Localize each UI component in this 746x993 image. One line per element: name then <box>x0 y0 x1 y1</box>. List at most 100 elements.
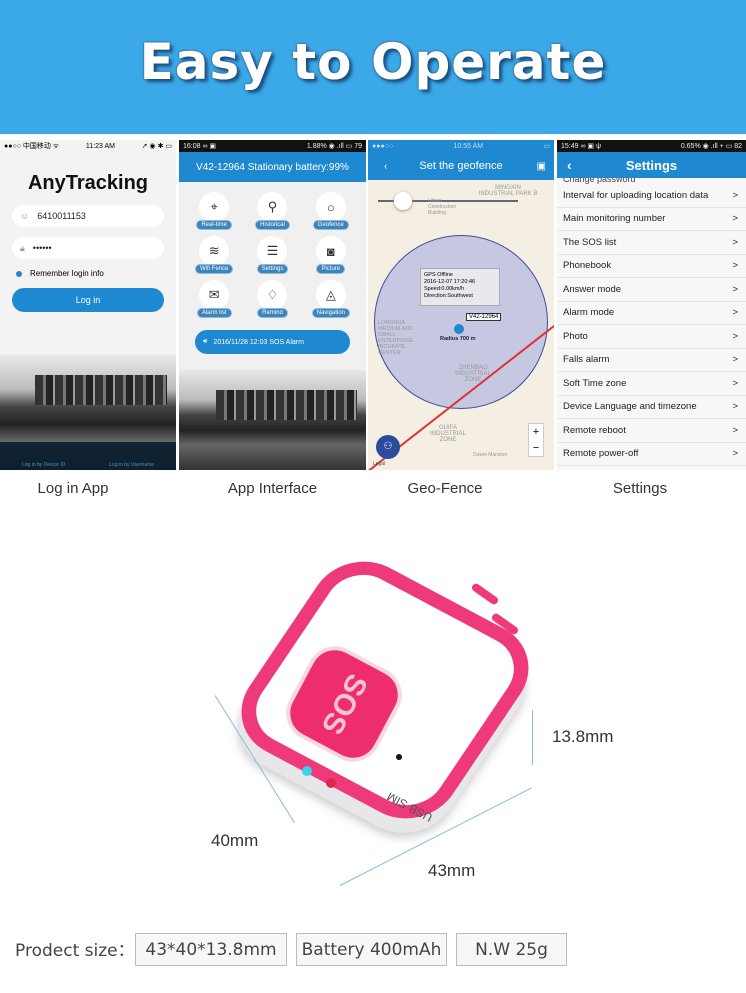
remind-icon: ♢ <box>257 280 288 310</box>
settings-header: ‹ Settings <box>557 152 746 178</box>
chevron-right-icon: > <box>732 354 738 366</box>
function-label: Real-time <box>196 220 232 230</box>
spec-size: 43*40*13.8mm <box>135 933 287 966</box>
status-bar: 16:08 ∞ ▣ 1.88% ◉ .ıll ▭ 79 <box>179 140 366 152</box>
function-label: Picture <box>316 264 346 274</box>
settings-item-label: Remote reboot <box>563 424 626 436</box>
settings-item-label: Device Language and timezone <box>563 401 697 413</box>
speaker-icon: 🔊︎ <box>203 338 208 345</box>
depth-dimension: 40mm <box>211 831 259 850</box>
chevron-right-icon: > <box>732 401 738 413</box>
device-marker[interactable] <box>454 324 464 334</box>
status-bar: ●●○○ 中国移动 ᯤ 11:23 AM ➚ ◉ ✱ ▭ <box>4 142 172 151</box>
settings-item[interactable]: Photo > <box>557 325 746 349</box>
tab-username[interactable]: Log in by Username <box>109 462 154 468</box>
device-label: V42-12964 <box>466 313 502 321</box>
microphone-hole <box>396 754 402 760</box>
chevron-right-icon: > <box>732 213 738 225</box>
people-icon[interactable]: ⚇ <box>376 435 400 459</box>
settings-item[interactable]: Remote power-off > <box>557 442 746 466</box>
width-dimension: 43mm <box>428 861 476 880</box>
function-alarm-list[interactable]: ✉ Alarm list <box>185 280 243 318</box>
function-label: Remind <box>257 308 288 318</box>
tab-device-id[interactable]: Log in by Device ID <box>22 462 65 468</box>
spec-weight: N.W 25g <box>456 933 567 966</box>
slider-handle[interactable] <box>394 192 412 210</box>
settings-item-label: Answer mode <box>563 283 622 295</box>
wifi-fence-icon: ≋ <box>199 236 230 266</box>
function-picture[interactable]: ◙ Picture <box>302 236 360 274</box>
settings-item[interactable]: Remote reboot > <box>557 419 746 443</box>
banner: Easy to Operate <box>0 0 746 134</box>
spec-label: Prodect size： <box>15 941 135 961</box>
app-screen: 16:08 ∞ ▣ 1.88% ◉ .ıll ▭ 79 V42-12964 Sta… <box>179 140 366 470</box>
function-remind[interactable]: ♢ Remind <box>243 280 301 318</box>
chevron-right-icon: > <box>732 424 738 436</box>
device-illustration: SOS USB SIM <box>210 540 630 900</box>
function-real-time[interactable]: ⌖ Real-time <box>185 192 243 230</box>
settings-item-label: Falls alarm <box>563 354 610 366</box>
status-bar: 15:49 ∞ ▣ ψ 0.65% ◉ .ıll + ▭ 82 <box>557 140 746 152</box>
chevron-right-icon: > <box>732 448 738 460</box>
settings-item[interactable]: Phonebook > <box>557 254 746 278</box>
settings-screen: 15:49 ∞ ▣ ψ 0.65% ◉ .ıll + ▭ 82 ‹ Settings… <box>557 140 746 470</box>
geofence-screen: ●●●○○ 10:55 AM ▭ ‹ Set the geofence ▣ MINGXI… <box>368 140 554 470</box>
settings-item-label: Alarm mode <box>563 307 615 319</box>
device-header: V42-12964 Stationary battery:99% <box>179 152 366 182</box>
function-settings[interactable]: ☰ Settings <box>243 236 301 274</box>
map[interactable]: MINGXIN INDUSTRIAL PARK B Urban Construc… <box>368 180 554 470</box>
led-red <box>326 778 336 788</box>
function-navigation[interactable]: ◬ Navigation <box>302 280 360 318</box>
back-icon[interactable]: ‹ <box>384 161 387 172</box>
city-image <box>179 370 366 470</box>
zoom-out-button[interactable]: − <box>529 440 543 456</box>
settings-item[interactable]: Interval for uploading location data > <box>557 184 746 208</box>
back-icon[interactable]: ‹ <box>567 157 572 173</box>
save-icon[interactable]: ▣ <box>537 161 546 172</box>
settings-item-label: Remote power-off <box>563 448 639 460</box>
settings-item-label: Photo <box>563 330 588 342</box>
function-geofence[interactable]: ○ Geofence <box>302 192 360 230</box>
settings-item[interactable]: Main monitoring number > <box>557 207 746 231</box>
password-field[interactable]: 🔒︎ •••••• <box>12 237 164 259</box>
settings-list: Interval for uploading location data > Mai… <box>557 184 746 466</box>
app-logo: AnyTracking <box>27 172 149 194</box>
login-button[interactable]: Log in <box>12 288 164 312</box>
settings-item[interactable]: Device Language and timezone > <box>557 395 746 419</box>
username-field[interactable]: ☺ 6410011153 <box>12 205 164 227</box>
user-icon: ☺ <box>20 211 30 221</box>
geofence-header: ‹ Set the geofence ▣ <box>368 152 554 180</box>
settings-item-label: Phonebook <box>563 260 612 272</box>
zoom-in-button[interactable]: + <box>529 424 543 440</box>
chevron-right-icon: > <box>732 377 738 389</box>
settings-item[interactable]: Alarm mode > <box>557 301 746 325</box>
function-wifi-fence[interactable]: ≋ Wifi Fence <box>185 236 243 274</box>
radio-icon <box>16 270 22 277</box>
function-label: Alarm list <box>196 308 232 318</box>
banner-title: Easy to Operate <box>139 33 607 91</box>
historical-icon: ⚲ <box>257 192 288 222</box>
function-label: Historical <box>255 220 290 230</box>
function-label: Settings <box>256 264 289 274</box>
settings-item[interactable]: Falls alarm > <box>557 348 746 372</box>
chevron-right-icon: > <box>732 283 738 295</box>
geofence-icon: ○ <box>315 192 346 222</box>
settings-item-label: Main monitoring number <box>563 213 666 225</box>
settings-item[interactable]: The SOS list > <box>557 231 746 255</box>
location-popup: GPS Offline 2016-12-07 17:20:46 Speed:0.00… <box>420 268 500 306</box>
settings-item[interactable]: Soft Time zone > <box>557 372 746 396</box>
function-label: Wifi Fence <box>194 264 234 274</box>
function-historical[interactable]: ⚲ Historical <box>243 192 301 230</box>
led-blue <box>302 766 312 776</box>
settings-item-label: Soft Time zone <box>563 377 627 389</box>
alarm-list-icon: ✉ <box>199 280 230 310</box>
remember-checkbox[interactable]: Remember login info <box>16 269 160 278</box>
chevron-right-icon: > <box>732 260 738 272</box>
settings-item[interactable]: Answer mode > <box>557 278 746 302</box>
real-time-icon: ⌖ <box>199 192 230 222</box>
settings-item-label: The SOS list <box>563 236 617 248</box>
function-label: Geofence <box>312 220 349 230</box>
lock-icon: 🔒︎ <box>20 242 25 253</box>
dimension-line <box>532 710 533 765</box>
sos-alarm-banner[interactable]: 🔊︎ 2016/11/28 12:03 SOS Alarm <box>195 330 350 354</box>
